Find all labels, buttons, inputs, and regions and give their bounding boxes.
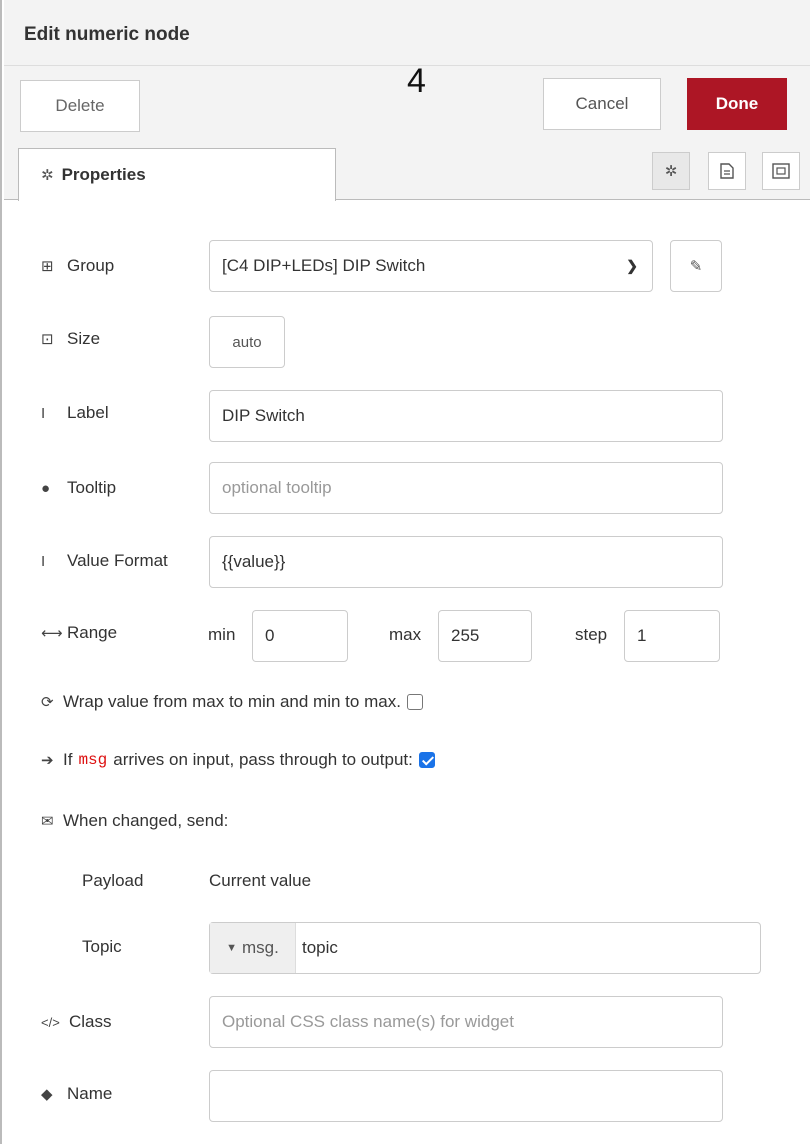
range-max-input[interactable]: 255 bbox=[438, 610, 532, 662]
passthrough-label-post: arrives on input, pass through to output… bbox=[113, 750, 413, 769]
when-changed-label: When changed, send: bbox=[63, 811, 229, 830]
description-tab-button[interactable] bbox=[708, 152, 746, 190]
class-input[interactable]: Optional CSS class name(s) for widget bbox=[209, 996, 723, 1048]
when-changed-row: ✉ When changed, send: bbox=[41, 811, 228, 831]
range-label-text: Range bbox=[67, 623, 118, 642]
tag-icon: ◆ bbox=[41, 1086, 53, 1103]
topic-value-input[interactable]: topic bbox=[296, 923, 338, 973]
range-max-label: max bbox=[389, 625, 422, 644]
table-icon: ⊞ bbox=[41, 258, 54, 275]
tooltip-label-text: Tooltip bbox=[67, 478, 117, 497]
tab-bar: ✲ Properties ✲ bbox=[4, 146, 810, 201]
range-step-input[interactable]: 1 bbox=[624, 610, 720, 662]
document-icon bbox=[720, 163, 734, 179]
topic-type-select[interactable]: ▼ msg. bbox=[210, 923, 296, 973]
envelope-icon: ✉ bbox=[41, 813, 54, 830]
class-label-text: Class bbox=[69, 1012, 112, 1031]
wrap-checkbox[interactable] bbox=[406, 694, 423, 710]
done-button[interactable]: Done bbox=[687, 78, 787, 130]
wrap-label: Wrap value from max to min and min to ma… bbox=[63, 692, 401, 711]
tray-title: Edit numeric node bbox=[24, 24, 190, 45]
cancel-button[interactable]: Cancel bbox=[543, 78, 661, 130]
topic-typed-input: ▼ msg. topic bbox=[209, 922, 761, 974]
size-button[interactable]: auto bbox=[209, 316, 285, 368]
tray-header: Edit numeric node bbox=[4, 0, 810, 66]
range-min-label: min bbox=[208, 625, 236, 644]
group-label-text: Group bbox=[67, 256, 115, 275]
name-input[interactable] bbox=[209, 1070, 723, 1122]
range-label: ⟷ Range bbox=[41, 623, 117, 643]
passthrough-label-code: msg bbox=[78, 751, 108, 769]
appearance-tab-button[interactable] bbox=[762, 152, 800, 190]
edit-tray: Edit numeric node Delete Cancel Done 4 ✲… bbox=[0, 0, 810, 1144]
topic-label: Topic bbox=[82, 937, 122, 956]
class-label: </> Class bbox=[41, 1012, 112, 1032]
chevron-down-icon: ❯ bbox=[626, 257, 638, 274]
topic-type-label: msg. bbox=[242, 938, 279, 957]
layout-icon bbox=[772, 163, 790, 179]
name-label: ◆ Name bbox=[41, 1084, 112, 1104]
settings-tab-button[interactable]: ✲ bbox=[652, 152, 690, 190]
tooltip-label: ● Tooltip bbox=[41, 478, 116, 498]
text-cursor-icon: I bbox=[41, 552, 46, 570]
text-cursor-icon: I bbox=[41, 404, 46, 422]
label-label: I Label bbox=[41, 403, 109, 423]
size-label-text: Size bbox=[67, 329, 101, 348]
arrows-horizontal-icon: ⟷ bbox=[41, 625, 63, 642]
value-format-label: I Value Format bbox=[41, 551, 168, 571]
range-step-label: step bbox=[575, 625, 608, 644]
code-icon: </> bbox=[41, 1014, 60, 1030]
info-icon: ● bbox=[41, 479, 51, 497]
passthrough-row: ➔ If msg arrives on input, pass through … bbox=[41, 750, 435, 770]
passthrough-label-pre: If bbox=[63, 750, 73, 769]
group-select-value: [C4 DIP+LEDs] DIP Switch bbox=[222, 256, 426, 275]
wrap-row: ⟳ Wrap value from max to min and min to … bbox=[41, 692, 423, 712]
caret-down-icon: ▼ bbox=[226, 942, 238, 954]
pencil-icon: ✎ bbox=[689, 258, 703, 275]
edit-group-button[interactable]: ✎ bbox=[670, 240, 722, 292]
tab-properties[interactable]: ✲ Properties bbox=[18, 148, 336, 201]
overlay-number: 4 bbox=[407, 62, 426, 100]
range-min-input[interactable]: 0 bbox=[252, 610, 348, 662]
gear-icon: ✲ bbox=[41, 167, 54, 184]
payload-label: Payload bbox=[82, 871, 144, 890]
gear-icon: ✲ bbox=[664, 163, 678, 180]
payload-value: Current value bbox=[209, 871, 312, 890]
group-select[interactable]: [C4 DIP+LEDs] DIP Switch ❯ bbox=[209, 240, 653, 292]
name-label-text: Name bbox=[67, 1084, 113, 1103]
label-input[interactable]: DIP Switch bbox=[209, 390, 723, 442]
group-label: ⊞ Group bbox=[41, 256, 114, 276]
size-icon: ⊡ bbox=[41, 331, 54, 348]
value-format-input[interactable]: {{value}} bbox=[209, 536, 723, 588]
label-label-text: Label bbox=[67, 403, 109, 422]
refresh-icon: ⟳ bbox=[41, 694, 54, 711]
tooltip-input[interactable]: optional tooltip bbox=[209, 462, 723, 514]
delete-button[interactable]: Delete bbox=[20, 80, 140, 132]
size-label: ⊡ Size bbox=[41, 329, 100, 349]
arrow-right-icon: ➔ bbox=[41, 752, 54, 769]
tab-properties-label: Properties bbox=[61, 165, 146, 184]
value-format-label-text: Value Format bbox=[67, 551, 168, 570]
passthrough-checkbox[interactable] bbox=[418, 752, 435, 768]
